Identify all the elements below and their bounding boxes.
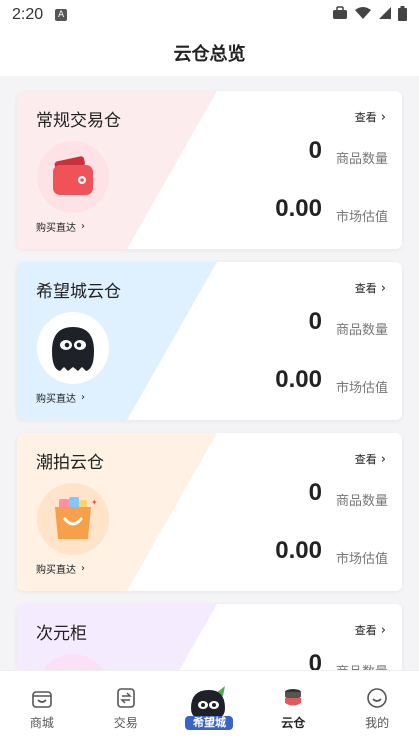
view-button[interactable]: 查看 ›: [355, 109, 386, 125]
profile-icon: [364, 686, 390, 710]
item-count-label: 商品数量: [335, 494, 388, 509]
market-value: 0.00: [275, 366, 322, 393]
tab-trade[interactable]: 交易: [84, 671, 168, 746]
buy-direct-link[interactable]: 购买直达 ›: [36, 390, 85, 405]
card-title: 潮拍云仓: [36, 453, 104, 473]
market-value-label: 市场估值: [335, 210, 388, 225]
chevron-right-icon: ›: [380, 109, 386, 125]
warehouse-card-xiwangcheng[interactable]: 希望城云仓 查看 › 购买直达 › 0 商品数量 0.00 市场估值: [17, 262, 402, 420]
tab-label: 交易: [113, 716, 138, 730]
notification-icon: A: [55, 9, 68, 21]
cloud-warehouse-icon: [280, 686, 306, 710]
trade-icon: [113, 686, 139, 710]
mall-icon: [29, 686, 55, 710]
warehouse-card-ciyuangui[interactable]: 次元柜 查看 › 0 商品数量: [17, 604, 402, 670]
view-label: 查看: [354, 111, 377, 124]
chevron-right-icon: ›: [81, 221, 85, 232]
chevron-right-icon: ›: [380, 622, 386, 638]
buy-direct-link[interactable]: 购买直达 ›: [36, 561, 85, 576]
bottom-tab-bar: 商城 交易 希望城 云仓 我的: [0, 670, 419, 746]
view-button[interactable]: 查看 ›: [355, 280, 386, 296]
wallet-icon: [37, 141, 109, 213]
view-button[interactable]: 查看 ›: [355, 622, 386, 638]
page-header: 云仓总览: [0, 30, 419, 76]
buy-direct-link[interactable]: 购买直达 ›: [36, 219, 85, 234]
buy-label: 购买直达: [36, 565, 76, 576]
view-button[interactable]: 查看 ›: [355, 451, 386, 467]
market-value-label: 市场估值: [335, 381, 388, 396]
item-count-label: 商品数量: [335, 152, 388, 167]
status-bar: 2:20 A: [0, 0, 419, 30]
shopping-bag-icon: ✦: [37, 483, 109, 555]
item-count-value: 0: [308, 137, 322, 164]
item-count-label: 商品数量: [335, 323, 388, 338]
tab-center-logo[interactable]: 希望城: [168, 671, 252, 746]
card-title: 希望城云仓: [36, 282, 121, 302]
view-label: 查看: [354, 282, 377, 295]
card-title: 次元柜: [36, 624, 87, 644]
market-value-label: 市场估值: [335, 552, 388, 567]
center-logo-icon: 希望城: [181, 684, 237, 734]
tab-profile[interactable]: 我的: [335, 671, 419, 746]
card-title: 常规交易仓: [36, 111, 121, 131]
chevron-right-icon: ›: [81, 392, 85, 403]
warehouse-card-regular[interactable]: 常规交易仓 查看 › 购买直达 › 0 商品数量 0.00 市场估值: [17, 91, 402, 249]
tab-cloud-warehouse[interactable]: 云仓: [251, 671, 335, 746]
view-label: 查看: [354, 624, 377, 637]
view-label: 查看: [354, 453, 377, 466]
item-count-label: 商品数量: [336, 661, 388, 670]
wifi-icon: [354, 6, 372, 24]
item-count-value: 0: [308, 308, 322, 335]
page-title: 云仓总览: [173, 44, 246, 65]
tab-label: 我的: [365, 716, 390, 730]
chevron-right-icon: ›: [380, 280, 386, 296]
briefcase-icon: [332, 6, 348, 24]
center-logo-label: 希望城: [192, 715, 226, 729]
warehouse-list[interactable]: 常规交易仓 查看 › 购买直达 › 0 商品数量 0.00 市场估值 希望城云仓: [0, 76, 419, 670]
tab-label: 云仓: [281, 716, 306, 730]
market-value: 0.00: [275, 537, 322, 564]
buy-label: 购买直达: [36, 394, 76, 405]
svg-text:✦: ✦: [91, 498, 98, 507]
chevron-right-icon: ›: [81, 563, 85, 574]
signal-icon: [378, 6, 392, 24]
battery-icon: [398, 5, 407, 25]
chevron-right-icon: ›: [380, 451, 386, 467]
item-count-value: 0: [308, 479, 322, 506]
market-value: 0.00: [275, 195, 322, 222]
tab-label: 商城: [29, 716, 54, 730]
mascot-icon: [37, 312, 109, 384]
item-count-value: 0: [308, 650, 322, 670]
status-time: 2:20: [12, 6, 44, 23]
warehouse-card-chaopai[interactable]: 潮拍云仓 查看 › ✦ 购买直达 › 0 商品数量 0.00 市场估值: [17, 433, 402, 591]
status-icons: [332, 5, 407, 25]
tab-mall[interactable]: 商城: [0, 671, 84, 746]
buy-label: 购买直达: [36, 223, 76, 234]
